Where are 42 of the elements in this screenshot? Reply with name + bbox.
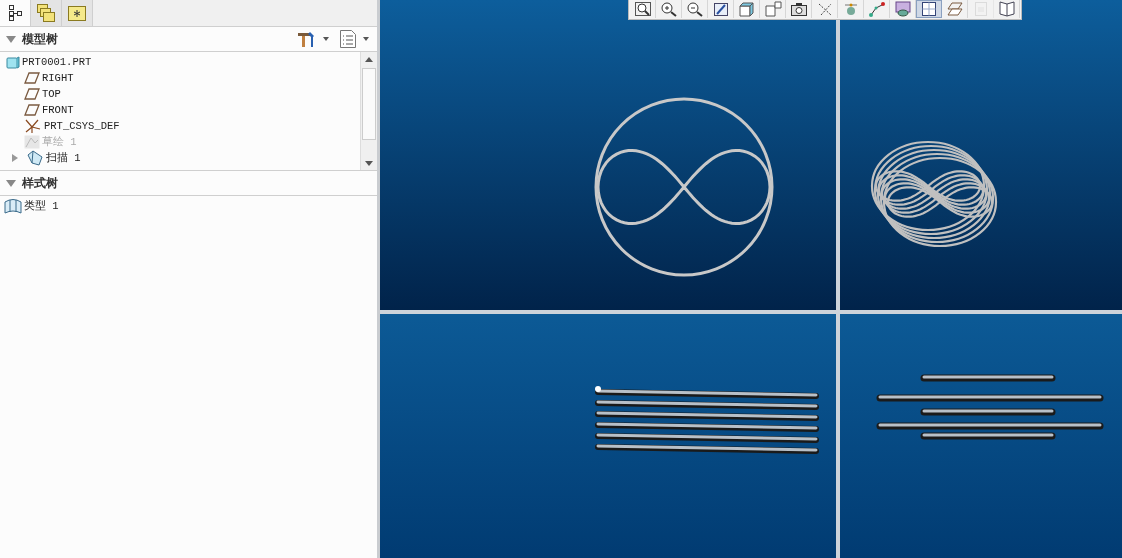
sweep-icon (26, 150, 44, 166)
tree-item[interactable]: TOP (42, 88, 61, 100)
datum-plane-icon (24, 104, 40, 116)
node-icon (867, 1, 886, 17)
panel-tab[interactable] (0, 0, 31, 26)
settings-button[interactable] (295, 30, 331, 48)
scrollbar-thumb[interactable] (362, 68, 376, 140)
panel-title: 样式树 (22, 174, 59, 192)
datum-plane-icon (24, 88, 40, 100)
tree-item[interactable]: 扫描 1 (46, 151, 81, 165)
book-icon (997, 1, 1016, 17)
tree-icon (8, 5, 22, 21)
planes-icon (945, 1, 964, 17)
tree-item[interactable]: 类型 1 (24, 199, 59, 213)
sketch-icon (24, 135, 40, 149)
scroll-up-icon[interactable] (365, 56, 373, 62)
collapse-icon[interactable] (6, 35, 16, 43)
tree-item[interactable]: RIGHT (42, 72, 74, 84)
zoom-in-icon (659, 1, 678, 17)
tree-item[interactable]: FRONT (42, 104, 74, 116)
folders-icon (36, 3, 56, 23)
expand-icon[interactable] (10, 153, 20, 163)
cube-icon (737, 1, 756, 17)
collapse-icon[interactable] (6, 179, 16, 187)
zoom-fit-icon (633, 1, 652, 17)
zoom-out-icon (685, 1, 704, 17)
tree-item[interactable]: PRT_CSYS_DEF (44, 120, 120, 132)
layers-icon (893, 1, 912, 17)
toolbar-button[interactable] (916, 0, 942, 18)
grid-icon (919, 1, 938, 17)
show-button[interactable] (337, 29, 371, 49)
camera-icon (789, 1, 808, 17)
surface-icon (4, 198, 22, 214)
scroll-down-icon[interactable] (365, 160, 373, 166)
list-icon (339, 29, 357, 49)
panel-title: 模型树 (22, 30, 59, 48)
tools-icon (297, 30, 317, 48)
datum-plane-icon (24, 72, 40, 84)
part-icon (6, 55, 20, 69)
view-icon (763, 1, 782, 17)
coordinate-system-icon (24, 118, 42, 134)
tree-item[interactable]: PRT0001.PRT (22, 56, 92, 68)
